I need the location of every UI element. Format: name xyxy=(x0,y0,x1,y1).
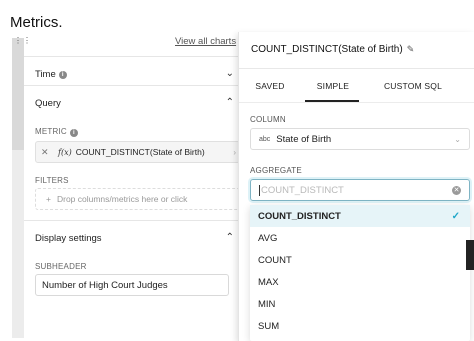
metric-edit-popover: COUNT_DISTINCT(State of Birth) ✎ SAVED S… xyxy=(238,32,474,341)
query-section-header[interactable]: Query ⌃ xyxy=(24,85,246,121)
metric-pill[interactable]: ✕ f(x) COUNT_DISTINCT(State of Birth) › xyxy=(35,141,240,163)
pencil-icon[interactable]: ✎ xyxy=(407,44,415,55)
text-caret xyxy=(259,184,260,196)
chevron-up-icon: ⌃ xyxy=(225,232,234,243)
display-settings-label: Display settings xyxy=(35,233,102,244)
chevron-down-icon: ⌄ xyxy=(454,134,461,144)
info-icon[interactable]: i xyxy=(58,70,67,79)
page-title: Metrics. xyxy=(10,14,63,31)
query-section-label: Query xyxy=(35,98,61,109)
popover-title-text: COUNT_DISTINCT(State of Birth) xyxy=(251,44,403,55)
sidebar-strip-lower xyxy=(12,150,24,338)
info-icon[interactable]: i xyxy=(69,129,78,137)
option-label: SUM xyxy=(258,320,280,332)
aggregate-search-input[interactable]: COUNT_DISTINCT ✕ xyxy=(250,179,470,201)
aggregate-option-min[interactable]: MIN xyxy=(250,293,470,315)
check-icon: ✓ xyxy=(451,210,460,222)
divider xyxy=(239,68,474,69)
remove-metric-icon[interactable]: ✕ xyxy=(41,147,53,158)
option-label: MAX xyxy=(258,276,279,288)
filters-placeholder: Drop columns/metrics here or click xyxy=(56,194,188,204)
chevron-up-icon: ⌃ xyxy=(225,97,234,108)
aggregate-option-sum[interactable]: SUM xyxy=(250,315,470,337)
active-tab-indicator xyxy=(305,100,359,102)
option-label: COUNT_DISTINCT xyxy=(258,210,341,222)
aggregate-option-count-distinct[interactable]: COUNT_DISTINCT ✓ xyxy=(250,205,470,227)
column-label: COLUMN xyxy=(250,115,286,124)
tab-saved[interactable]: SAVED xyxy=(239,78,301,102)
view-all-charts-link[interactable]: View all charts xyxy=(175,36,236,47)
subheader-label: SUBHEADER xyxy=(35,262,87,271)
filters-drop-zone[interactable]: + Drop columns/metrics here or click xyxy=(35,188,240,210)
tab-custom-sql[interactable]: CUSTOM SQL xyxy=(365,78,461,102)
metric-label: METRIC i xyxy=(35,127,78,137)
option-label: COUNT xyxy=(258,254,292,266)
filters-label: FILTERS xyxy=(35,176,69,185)
aggregate-dropdown: COUNT_DISTINCT ✓ AVG COUNT MAX MIN SUM xyxy=(250,205,470,341)
column-select[interactable]: abc State of Birth ⌄ xyxy=(250,128,470,150)
chevron-down-icon: ⌄ xyxy=(225,68,234,79)
subheader-input[interactable]: Number of High Court Judges xyxy=(35,274,229,296)
time-section-label: Time xyxy=(35,69,56,80)
aggregate-label: AGGREGATE xyxy=(250,166,302,175)
popover-title[interactable]: COUNT_DISTINCT(State of Birth) ✎ xyxy=(251,44,414,55)
tab-baseline xyxy=(239,102,474,103)
aggregate-option-max[interactable]: MAX xyxy=(250,271,470,293)
control-panel: Time i ⌄ Query ⌃ METRIC i ✕ f(x) COUNT_DI… xyxy=(24,56,246,341)
metric-value: COUNT_DISTINCT(State of Birth) xyxy=(75,147,205,157)
drag-dots-icon[interactable]: ⋮⋮ xyxy=(14,36,32,45)
aggregate-placeholder: COUNT_DISTINCT xyxy=(261,184,344,196)
option-label: AVG xyxy=(258,232,278,244)
scrollbar-thumb[interactable] xyxy=(466,240,474,270)
aggregate-option-avg[interactable]: AVG xyxy=(250,227,470,249)
clear-icon[interactable]: ✕ xyxy=(452,185,461,195)
function-icon: f(x) xyxy=(58,147,72,157)
option-label: MIN xyxy=(258,298,276,310)
display-settings-header[interactable]: Display settings ⌃ xyxy=(24,220,246,256)
popover-tabs: SAVED SIMPLE CUSTOM SQL xyxy=(239,78,474,102)
column-value: State of Birth xyxy=(276,133,332,145)
chevron-right-icon: › xyxy=(233,147,236,157)
tab-simple[interactable]: SIMPLE xyxy=(301,78,365,102)
plus-icon: + xyxy=(46,194,51,204)
string-type-icon: abc xyxy=(259,135,271,143)
aggregate-option-count[interactable]: COUNT xyxy=(250,249,470,271)
